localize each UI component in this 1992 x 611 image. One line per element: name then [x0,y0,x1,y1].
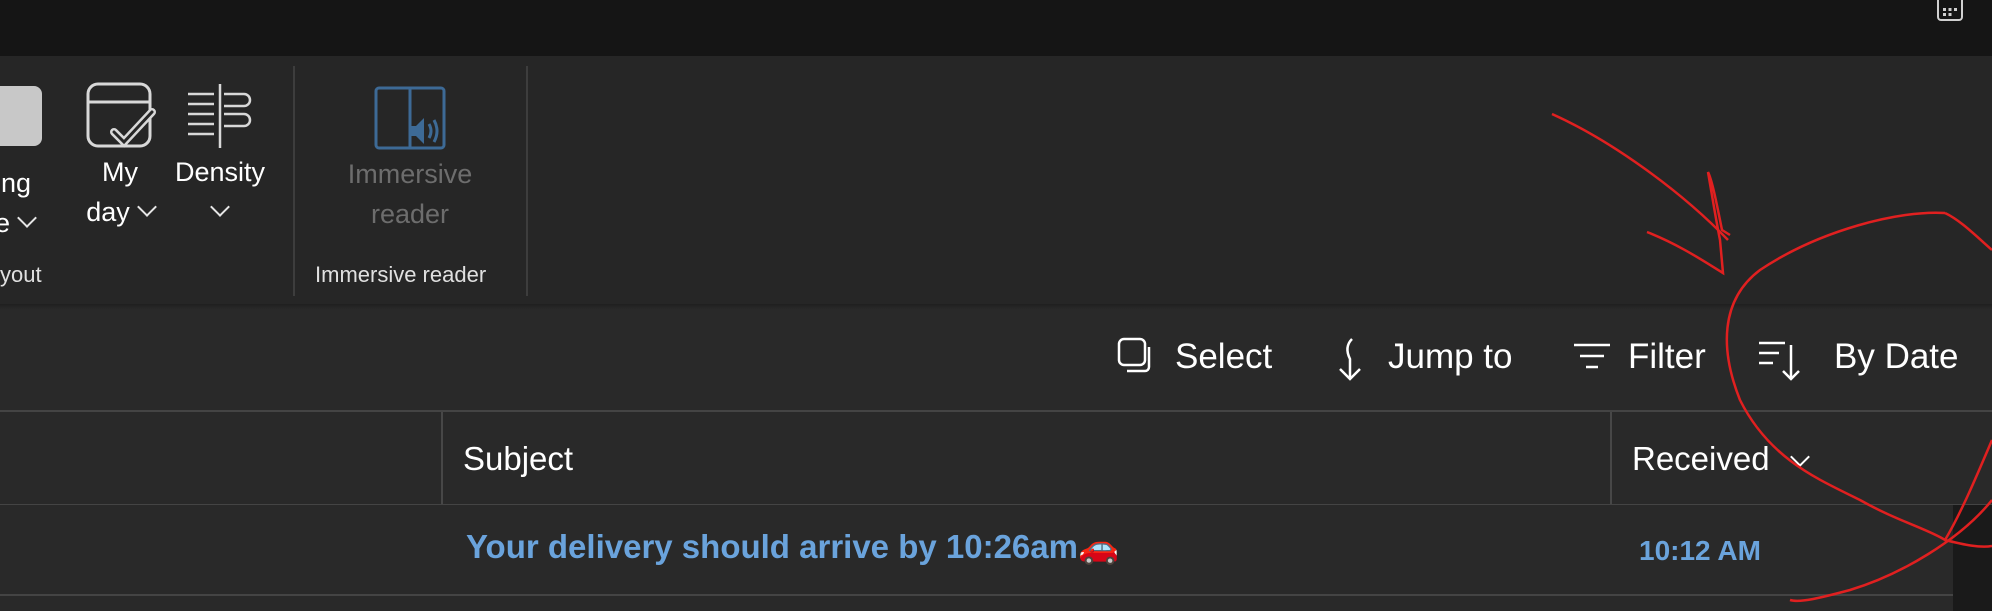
density-label: Density [174,157,266,187]
chevron-down-icon [136,197,157,217]
immersive-reader-group-label: Immersive reader [315,262,487,287]
jump-to-label: Jump to [1388,337,1513,376]
density-button[interactable]: Density [170,80,270,232]
reading-pane-button[interactable] [0,84,60,146]
filter-button[interactable]: Filter [1572,332,1722,382]
reading-pane-icon [0,86,42,146]
immersive-reader-button: Immersive reader [330,86,490,234]
sort-descending-icon [1789,447,1810,467]
density-icon [188,84,252,148]
calendar-icon[interactable] [1936,0,1964,22]
sort-by-date-button[interactable]: By Date [1757,332,1959,382]
immersive-reader-icon [374,86,446,150]
subject-column-header[interactable]: Subject [463,440,573,478]
received-column-label: Received [1632,440,1770,477]
chevron-down-icon [17,208,37,228]
select-button[interactable]: Select [1117,332,1277,382]
scrollbar[interactable] [1953,505,1992,611]
column-divider[interactable] [1610,412,1612,504]
jump-to-button[interactable]: Jump to [1330,332,1520,382]
filter-icon [1574,343,1610,369]
select-label: Select [1175,337,1273,376]
received-column-header[interactable]: Received [1632,440,1810,478]
reading-pane-line1: ding [0,168,32,198]
message-subject: Your delivery should arrive by 10:26am🚗 [466,528,1120,565]
select-icon [1117,337,1151,373]
immersive-reader-line1: Immersive [347,159,473,189]
my-day-icon [86,82,156,148]
layout-group-label: yout [0,262,42,287]
my-day-line2: day [86,197,130,227]
sort-icon [1759,341,1800,381]
ribbon [0,56,1992,306]
chevron-down-icon [210,197,230,217]
sort-label: By Date [1834,337,1959,376]
immersive-reader-line2: reader [370,199,450,229]
message-received-time: 10:12 AM [1639,535,1761,566]
column-divider[interactable] [441,412,443,504]
row-border [0,594,1953,596]
reading-pane-label[interactable]: ding ne [0,163,70,243]
ribbon-divider [293,66,295,296]
title-bar [0,0,1992,56]
filter-label: Filter [1628,337,1706,376]
jump-to-icon [1339,338,1361,381]
reading-pane-line2: ne [0,208,11,238]
my-day-button[interactable]: My day [70,80,170,232]
ribbon-divider [526,66,528,296]
my-day-line1: My [102,157,138,187]
